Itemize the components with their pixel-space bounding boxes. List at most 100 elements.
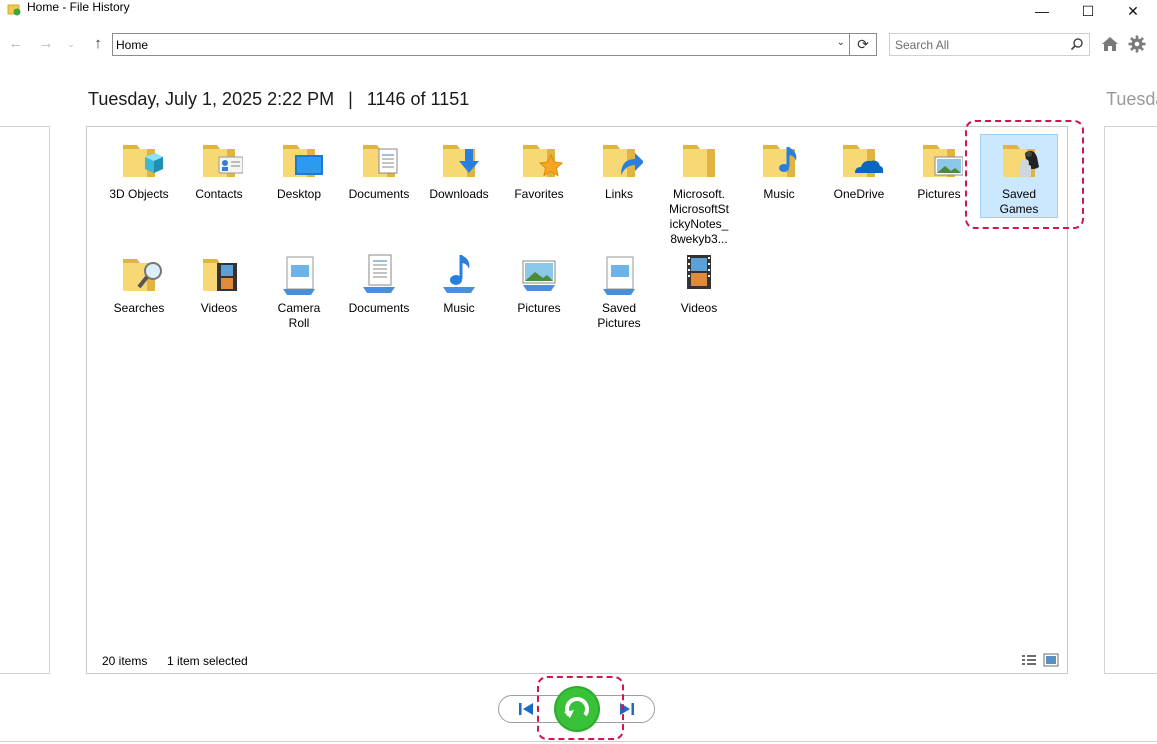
file-history-app-icon (7, 4, 21, 16)
next-snapshot-date[interactable]: Tuesda (1106, 89, 1157, 110)
library-documents-icon (363, 254, 395, 293)
folder-favorites-icon (523, 145, 563, 177)
folder-music-icon (763, 145, 797, 177)
item-count: 20 items (102, 654, 148, 668)
folder-icon (683, 145, 715, 177)
folder-3d-objects-icon (123, 145, 163, 177)
folder-videos-icon (203, 259, 237, 291)
file-item-favorites[interactable]: Favorites (500, 137, 578, 202)
previous-snapshot-pane[interactable] (0, 126, 50, 674)
file-item-label: Searches (113, 301, 165, 315)
file-item-label: Pictures (517, 301, 561, 315)
maximize-button[interactable]: ☐ (1065, 0, 1111, 22)
file-view-pane: 3D Objects Contacts Desktop Documents Do… (86, 126, 1068, 674)
close-icon: ✕ (1127, 2, 1139, 19)
file-item-label: Contacts (195, 187, 243, 201)
file-item-onedrive[interactable]: OneDrive (820, 137, 898, 202)
snapshot-date-line: Tuesday, July 1, 2025 2:22 PM | 1146 of 11… (88, 89, 469, 110)
forward-button[interactable]: → (37, 35, 55, 52)
file-item-saved-pictures[interactable]: Saved Pictures (580, 251, 658, 331)
file-item-label: Pictures (917, 187, 961, 201)
library-camera-roll-icon (283, 256, 315, 295)
file-item-label: 3D Objects (109, 187, 169, 201)
address-bar[interactable]: Home ⌄ (112, 33, 850, 56)
folder-onedrive-icon (843, 145, 883, 177)
home-icon[interactable] (1101, 35, 1119, 53)
file-item-label: Documents (348, 187, 410, 201)
up-button[interactable]: ↑ (89, 35, 107, 52)
address-dropdown-icon[interactable]: ⌄ (837, 37, 845, 48)
file-item-label: Saved Games (999, 187, 1039, 216)
file-item-label: Downloads (429, 187, 489, 201)
folder-documents-icon (363, 145, 398, 177)
library-saved-pictures-icon (603, 256, 635, 295)
back-button[interactable]: ← (7, 35, 25, 52)
search-input[interactable]: Search All (889, 33, 1090, 56)
file-item-downloads[interactable]: Downloads (420, 137, 498, 202)
file-item-sticky-notes[interactable]: Microsoft. MicrosoftSt ickyNotes_ 8wekyb… (660, 137, 738, 247)
close-button[interactable]: ✕ (1110, 0, 1156, 22)
details-view-icon[interactable] (1021, 653, 1037, 667)
file-item-label: Music (763, 187, 795, 201)
search-icon[interactable] (1070, 37, 1084, 51)
file-item-label: Favorites (514, 187, 564, 201)
folder-searches-icon (123, 259, 162, 291)
file-item-desktop[interactable]: Desktop (260, 137, 338, 202)
file-item-label: Microsoft. MicrosoftSt ickyNotes_ 8wekyb… (668, 187, 729, 246)
file-item-library-videos[interactable]: Videos (660, 251, 738, 316)
folder-pictures-icon (923, 145, 963, 177)
file-item-library-pictures[interactable]: Pictures (500, 251, 578, 316)
title-bar: Home - File History — ☐ ✕ (0, 0, 1157, 22)
toolbar: ← → ⌄ ↑ Home ⌄ ⟳ Search All (0, 30, 1157, 60)
library-music-icon (443, 255, 475, 293)
folder-downloads-icon (443, 145, 479, 177)
file-item-label: Saved Pictures (597, 301, 641, 330)
file-item-searches[interactable]: Searches (100, 251, 178, 316)
folder-saved-games-icon (1003, 145, 1039, 177)
file-item-label: Documents (348, 301, 410, 315)
refresh-icon: ⟳ (857, 36, 869, 52)
large-icons-view-icon[interactable] (1043, 653, 1059, 667)
folder-contacts-icon (203, 145, 243, 177)
file-item-library-documents[interactable]: Documents (340, 251, 418, 316)
file-history-window: Home - File History — ☐ ✕ ← → ⌄ ↑ Home ⌄… (0, 0, 1157, 744)
file-item-label: Links (604, 187, 633, 201)
file-item-library-music[interactable]: Music (420, 251, 498, 316)
file-item-videos[interactable]: Videos (180, 251, 258, 316)
file-item-label: Desktop (276, 187, 322, 201)
library-videos-icon (687, 255, 711, 289)
window-title: Home - File History (27, 0, 130, 14)
minimize-button[interactable]: — (1019, 0, 1065, 22)
folder-links-icon (603, 145, 643, 177)
bottom-divider (0, 741, 1157, 742)
maximize-icon: ☐ (1081, 2, 1095, 19)
file-item-camera-roll[interactable]: Camera Roll (260, 251, 338, 331)
folder-desktop-icon (283, 145, 323, 177)
address-text: Home (116, 38, 149, 52)
minimize-icon: — (1035, 3, 1049, 19)
next-version-button[interactable] (616, 699, 638, 719)
refresh-button[interactable]: ⟳ (850, 33, 877, 56)
snapshot-separator: | (348, 89, 353, 109)
file-item-links[interactable]: Links (580, 137, 658, 202)
snapshot-date: Tuesday, July 1, 2025 2:22 PM (88, 89, 335, 109)
file-item-contacts[interactable]: Contacts (180, 137, 258, 202)
snapshot-position: 1146 of 1151 (366, 89, 470, 109)
file-item-music[interactable]: Music (740, 137, 818, 202)
file-item-label: Videos (680, 301, 718, 315)
file-item-pictures[interactable]: Pictures (900, 137, 978, 202)
previous-version-button[interactable] (515, 699, 537, 719)
file-item-label: OneDrive (833, 187, 885, 201)
file-item-documents[interactable]: Documents (340, 137, 418, 202)
restore-button[interactable] (553, 685, 601, 733)
library-pictures-icon (522, 260, 556, 291)
file-item-3d-objects[interactable]: 3D Objects (100, 137, 178, 202)
search-placeholder: Search All (895, 38, 950, 52)
selection-count: 1 item selected (167, 654, 248, 668)
recent-locations-dropdown[interactable]: ⌄ (62, 39, 80, 50)
next-snapshot-pane[interactable] (1104, 126, 1157, 674)
file-item-saved-games[interactable]: Saved Games (980, 134, 1058, 218)
file-item-label: Music (443, 301, 475, 315)
file-item-label: Videos (200, 301, 238, 315)
gear-icon[interactable] (1128, 35, 1146, 53)
